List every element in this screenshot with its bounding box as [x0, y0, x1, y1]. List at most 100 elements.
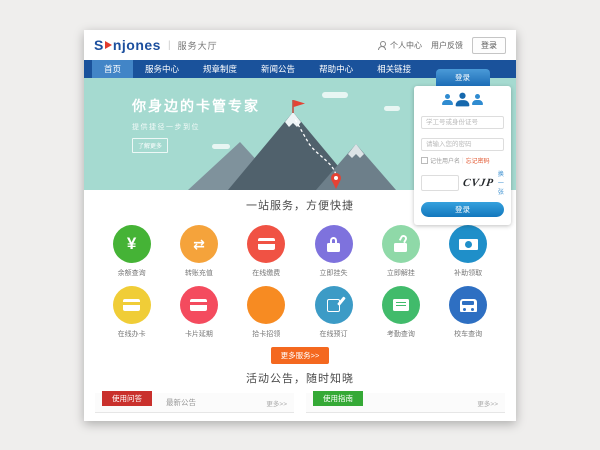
- service-label: 在线缴费: [233, 268, 300, 278]
- remember-checkbox[interactable]: [421, 157, 428, 164]
- service-icon: [449, 286, 487, 324]
- service-icon: [449, 225, 487, 263]
- service-icon: [382, 225, 420, 263]
- users-icon: [421, 94, 504, 105]
- divider: |: [462, 158, 464, 164]
- nav-item[interactable]: 新闻公告: [249, 60, 307, 78]
- nav-item[interactable]: 规章制度: [191, 60, 249, 78]
- nav-item[interactable]: 帮助中心: [307, 60, 365, 78]
- logo[interactable]: S njones | 服务大厅: [94, 37, 218, 53]
- more-services-button[interactable]: 更多服务>>: [271, 347, 330, 364]
- tab-latest-announcements[interactable]: 最新公告: [166, 397, 196, 408]
- service-label: 在线办卡: [98, 329, 165, 339]
- service-icon: ¥: [113, 225, 151, 263]
- service-tile[interactable]: 校车查询: [434, 286, 501, 339]
- user-feedback-link[interactable]: 用户反馈: [431, 40, 463, 51]
- nav-item[interactable]: 服务中心: [133, 60, 191, 78]
- panel-body: [95, 413, 294, 421]
- announcements-title: 活动公告，随时知晓: [84, 370, 516, 386]
- user-icon: [456, 93, 470, 107]
- service-icon-glyph: [327, 243, 340, 252]
- logo-text-prefix: S: [94, 37, 104, 53]
- service-icon: [247, 286, 285, 324]
- service-tile[interactable]: 在线预订: [300, 286, 367, 339]
- more-link-right[interactable]: 更多>>: [477, 398, 505, 408]
- announcements-panel-right: 使用指南 更多>>: [306, 393, 505, 421]
- service-label: 在线预订: [300, 329, 367, 339]
- service-icon: ⇄: [180, 225, 218, 263]
- service-tile[interactable]: 考勤查询: [367, 286, 434, 339]
- service-label: 余额查询: [98, 268, 165, 278]
- ribbon-tab-guide[interactable]: 使用指南: [313, 391, 363, 407]
- user-icon: [472, 94, 483, 105]
- service-label: 拾卡招领: [233, 329, 300, 339]
- captcha-image[interactable]: CVJP: [462, 177, 495, 189]
- hero-text: 你身边的卡管专家 提供捷径一步到位 了解更多: [132, 96, 260, 153]
- site-section-title: 服务大厅: [178, 39, 218, 52]
- hero-title: 你身边的卡管专家: [132, 96, 260, 116]
- captcha-refresh-link[interactable]: 换一张: [498, 169, 504, 196]
- remember-row: 记住用户名 | 忘记密码: [421, 156, 504, 165]
- header-links: 个人中心 用户反馈 登录: [377, 37, 506, 54]
- remember-label: 记住用户名: [430, 156, 460, 165]
- service-icon: [315, 225, 353, 263]
- service-icon-glyph: [123, 299, 140, 311]
- forgot-password-link[interactable]: 忘记密码: [466, 156, 490, 165]
- site-header: S njones | 服务大厅 个人中心 用户反馈 登录: [84, 30, 516, 60]
- announcements-panel-left: 使用问答 最新公告 更多>>: [95, 393, 294, 421]
- service-label: 立即挂失: [300, 268, 367, 278]
- nav-item[interactable]: 首页: [92, 60, 133, 78]
- service-icon-glyph: [459, 239, 478, 250]
- service-icon-glyph: [258, 238, 275, 250]
- service-label: 补助领取: [434, 268, 501, 278]
- header-login-button[interactable]: 登录: [472, 37, 506, 54]
- service-tile[interactable]: 拾卡招领: [233, 286, 300, 339]
- more-link-left[interactable]: 更多>>: [266, 398, 294, 408]
- service-tile[interactable]: ¥ 余额查询: [98, 225, 165, 278]
- service-tile[interactable]: 在线办卡: [98, 286, 165, 339]
- announcements-section: 活动公告，随时知晓 使用问答 最新公告 更多>> 使用指南 更多>>: [84, 370, 516, 421]
- panel-header: 使用指南 更多>>: [306, 393, 505, 413]
- service-tile[interactable]: 在线缴费: [233, 225, 300, 278]
- service-tile[interactable]: 补助领取: [434, 225, 501, 278]
- service-label: 校车查询: [434, 329, 501, 339]
- service-icon-glyph: [327, 299, 340, 312]
- panel-body: [306, 413, 505, 421]
- personal-center-link[interactable]: 个人中心: [390, 40, 422, 51]
- service-icon-glyph: [460, 299, 477, 312]
- login-panel: 登录 记住用户名 | 忘记密码 CVJP 换一张: [414, 67, 511, 225]
- service-icon-glyph: ¥: [127, 234, 136, 254]
- announcement-panels: 使用问答 最新公告 更多>> 使用指南 更多>>: [84, 393, 516, 421]
- service-label: 立即解挂: [367, 268, 434, 278]
- service-icon-glyph: [394, 243, 407, 252]
- logo-divider: |: [168, 40, 171, 51]
- service-tile[interactable]: ⇄ 转账充值: [165, 225, 232, 278]
- service-icon: [180, 286, 218, 324]
- login-tab[interactable]: 登录: [436, 69, 490, 86]
- service-icon-glyph: [190, 299, 207, 311]
- user-icon: [442, 94, 453, 105]
- logo-text-suffix: njones: [113, 37, 161, 53]
- ribbon-tab-qa[interactable]: 使用问答: [102, 391, 152, 407]
- password-input[interactable]: [421, 138, 504, 151]
- login-submit-button[interactable]: 登录: [421, 202, 504, 217]
- service-icon: [247, 225, 285, 263]
- service-icon: [315, 286, 353, 324]
- site-page: S njones | 服务大厅 个人中心 用户反馈 登录 首页 服务中心 规章制…: [84, 30, 516, 421]
- hero-banner: 你身边的卡管专家 提供捷径一步到位 了解更多 登录 记住用户名 | 忘记密码: [84, 78, 516, 190]
- captcha-row: CVJP 换一张: [421, 169, 504, 196]
- service-icon: [382, 286, 420, 324]
- service-icon-glyph: ⇄: [193, 236, 205, 253]
- service-tile[interactable]: 立即解挂: [367, 225, 434, 278]
- service-icon-glyph: [393, 299, 409, 311]
- person-icon: [377, 41, 386, 50]
- service-tile[interactable]: 立即挂失: [300, 225, 367, 278]
- hero-cta-button[interactable]: 了解更多: [132, 138, 168, 153]
- service-label: 考勤查询: [367, 329, 434, 339]
- service-tile[interactable]: 卡片延期: [165, 286, 232, 339]
- service-icon: [113, 286, 151, 324]
- login-card: 记住用户名 | 忘记密码 CVJP 换一张 登录: [414, 86, 511, 225]
- panel-header: 使用问答 最新公告 更多>>: [95, 393, 294, 413]
- captcha-input[interactable]: [421, 175, 459, 191]
- username-input[interactable]: [421, 116, 504, 129]
